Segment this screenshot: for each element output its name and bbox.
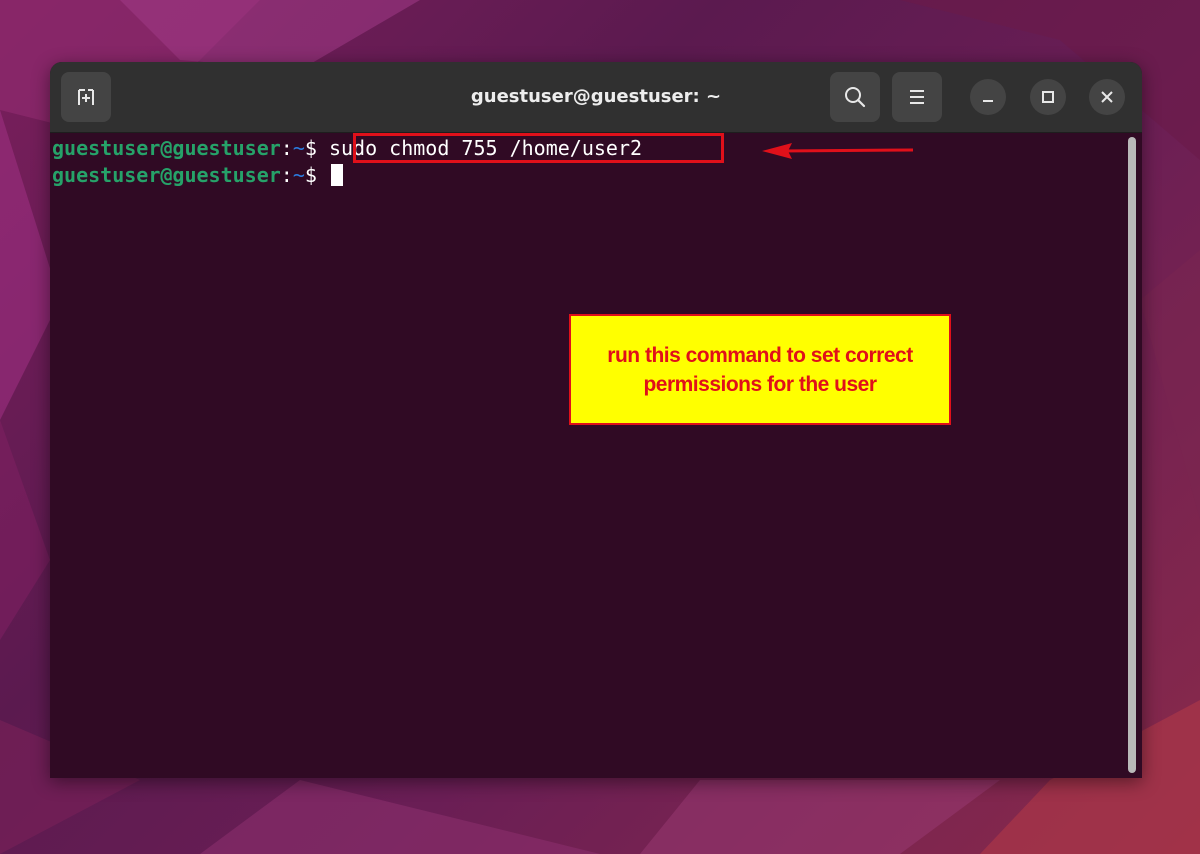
search-icon [845, 87, 866, 108]
maximize-icon [1042, 91, 1054, 103]
minimize-button[interactable] [970, 79, 1006, 115]
maximize-button[interactable] [1030, 79, 1066, 115]
prompt-colon: : [280, 163, 293, 187]
prompt-user-host: guestuser@guestuser [52, 163, 281, 187]
prompt-symbol: $ [304, 163, 317, 187]
prompt-symbol: $ [304, 136, 317, 160]
terminal-line: guestuser@guestuser:~$ [52, 162, 343, 188]
prompt-path: ~ [292, 163, 305, 187]
terminal-output[interactable]: guestuser@guestuser:~$ sudo chmod 755 /h… [50, 133, 1142, 778]
scrollbar-thumb[interactable] [1128, 137, 1136, 773]
close-icon [1101, 91, 1113, 103]
prompt-colon: : [280, 136, 293, 160]
close-button[interactable] [1089, 79, 1125, 115]
prompt-user-host: guestuser@guestuser [52, 136, 281, 160]
new-tab-icon [78, 89, 94, 105]
annotation-arrow-icon [762, 143, 914, 159]
hamburger-menu-icon [910, 90, 924, 104]
minimize-icon [983, 100, 993, 102]
annotation-callout: run this command to set correct permissi… [569, 314, 951, 425]
prompt-path: ~ [292, 136, 305, 160]
search-button[interactable] [830, 72, 880, 122]
text-cursor [330, 164, 343, 186]
title-bar[interactable]: guestuser@guestuser: ~ [50, 62, 1142, 133]
menu-button[interactable] [892, 72, 942, 122]
command-highlight-box [353, 133, 724, 163]
scrollbar[interactable] [1128, 137, 1136, 773]
new-tab-button[interactable] [61, 72, 111, 122]
